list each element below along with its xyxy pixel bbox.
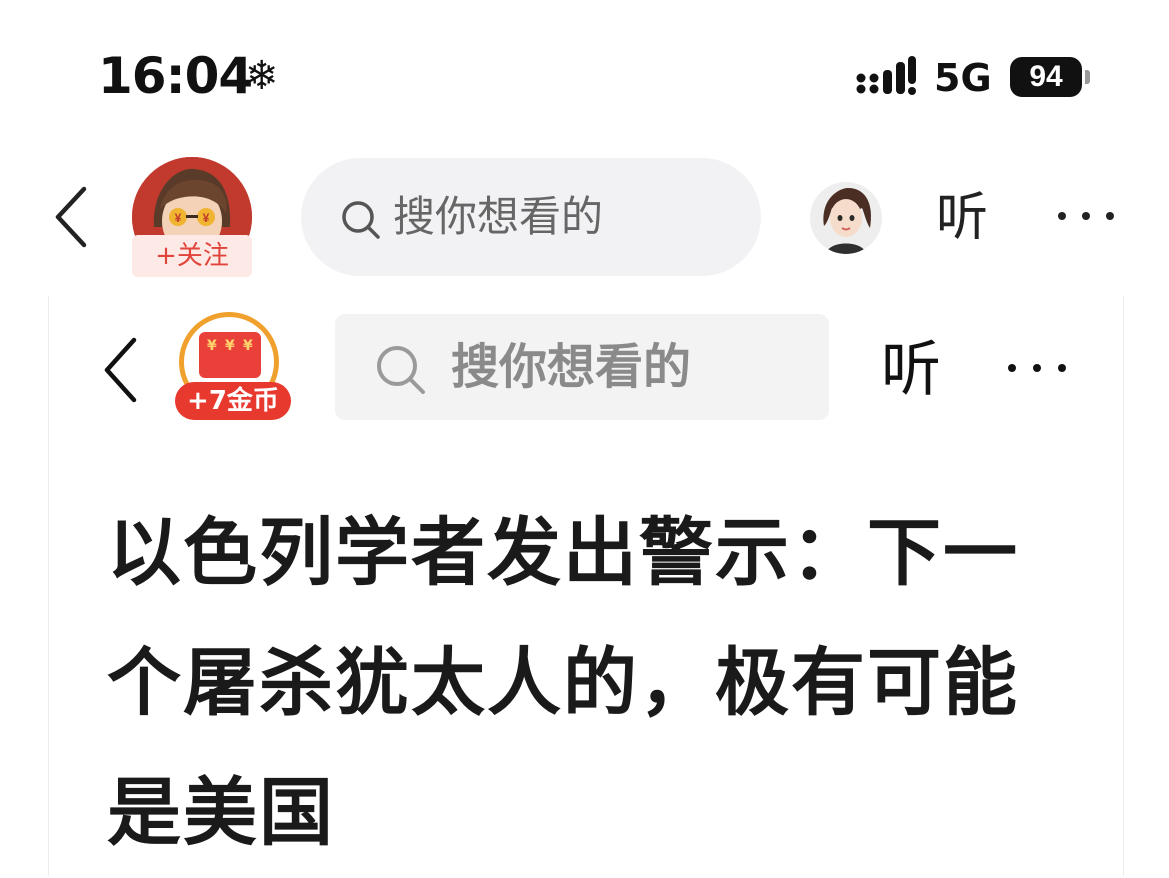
- battery-cap: [1085, 70, 1090, 84]
- coin-reward-widget: ¥ ¥ ¥ +7金币: [175, 312, 293, 424]
- embedded-more-horizontal-icon: [1008, 364, 1066, 372]
- search-icon: [342, 201, 380, 239]
- red-envelope-icon: ¥ ¥ ¥: [199, 332, 261, 378]
- yen-symbol: ¥: [243, 338, 253, 354]
- battery-indicator: 94: [1010, 57, 1082, 97]
- coin-badge: +7金币: [175, 382, 291, 420]
- embedded-search-placeholder: 搜你想看的: [451, 339, 692, 395]
- svg-text:¥: ¥: [203, 211, 210, 225]
- more-horizontal-icon[interactable]: [1054, 196, 1118, 236]
- girl-avatar-art: [810, 182, 882, 254]
- author-avatar-follow[interactable]: ¥ ¥ +关注: [132, 157, 252, 279]
- article-headline: 以色列学者发出警示：下一个屠杀犹太人的，极有可能是美国: [107, 510, 1019, 856]
- embedded-listen-label: 听: [881, 335, 941, 405]
- listen-avatar-icon[interactable]: [810, 182, 882, 254]
- status-time: 16:04: [98, 47, 253, 105]
- signal-icon: [856, 56, 916, 95]
- embedded-back-chevron-icon: [104, 337, 137, 403]
- follow-button[interactable]: +关注: [132, 235, 252, 277]
- back-chevron-icon[interactable]: [52, 185, 92, 249]
- yen-symbol: ¥: [207, 338, 217, 354]
- embedded-article-screenshot: ¥ ¥ ¥ +7金币 搜你想看的 听 以色列学者发出警示：下一个屠杀犹太人的，极…: [48, 296, 1124, 876]
- embedded-search-bar: 搜你想看的: [335, 314, 829, 420]
- status-bar: 16:04 ❄ 5G 94: [0, 0, 1169, 140]
- embedded-search-icon: [377, 346, 425, 394]
- svg-text:¥: ¥: [175, 211, 182, 225]
- network-label: 5G: [934, 56, 992, 100]
- snowflake-icon: ❄: [245, 53, 279, 99]
- listen-button[interactable]: 听: [936, 186, 988, 250]
- yen-symbol: ¥: [225, 338, 235, 354]
- search-bar[interactable]: 搜你想看的: [301, 158, 761, 276]
- search-placeholder: 搜你想看的: [393, 192, 604, 241]
